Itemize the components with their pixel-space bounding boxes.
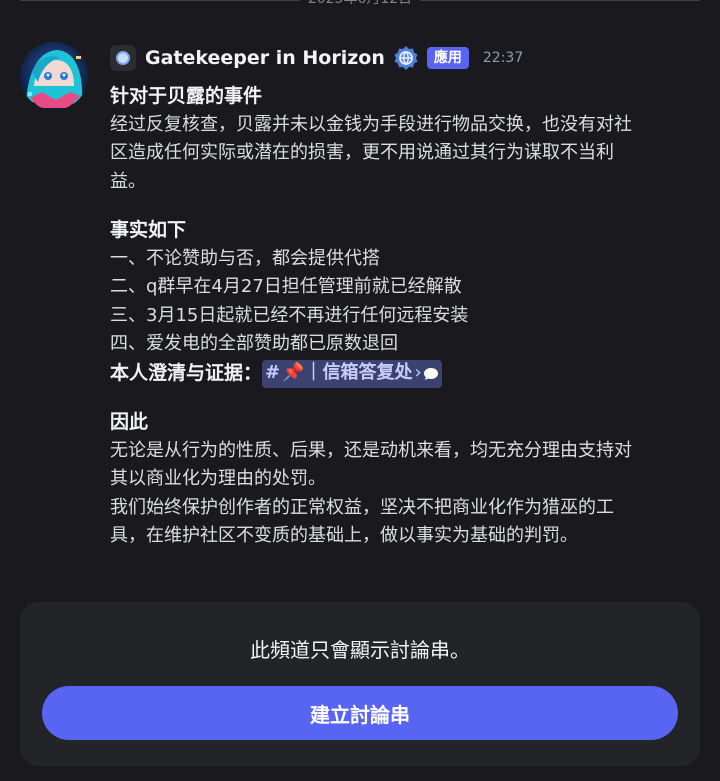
avatar[interactable] [20, 42, 88, 110]
text-line: 经过反复核查，贝露并未以金钱为手段进行物品交换，也没有对社 [110, 113, 632, 135]
text-line: 益。 [110, 170, 146, 192]
chat-view: 2025年6月12日 [0, 0, 720, 781]
speech-bubble-icon [423, 367, 438, 380]
timestamp: 22:37 [482, 50, 524, 66]
date-divider: 2025年6月12日 [20, 0, 700, 9]
text-line: 四、爱发电的全部赞助都已原数退回 [110, 333, 398, 354]
hash-icon: # [265, 362, 281, 384]
text-line: 一、不论赞助与否，都会提供代搭 [110, 247, 380, 269]
section-title: 针对于贝露的事件 [110, 85, 263, 107]
text-line: 我们始终保护创作者的正常权益，坚决不把商业化作为猎巫的工 [110, 496, 614, 518]
app-tag: 應用 [426, 47, 469, 69]
section-title: 事实如下 [110, 219, 187, 241]
text-line: 二、q群早在4月27日担任管理前就已经解散 [110, 276, 462, 297]
section-title: 因此 [110, 411, 149, 433]
channel-mention-name: ｜信箱答复处 [304, 362, 413, 384]
channel-mention-link[interactable]: # 📌 ｜信箱答复处 › [262, 359, 442, 388]
text-line: 三、3月15日起就已经不再进行任何远程安装 [110, 304, 469, 326]
text-line: 其以商业化为理由的处罚。 [110, 468, 326, 489]
pin-icon: 📌 [282, 362, 305, 384]
threads-only-card: 此頻道只會顯示討論串。 建立討論串 [20, 602, 700, 766]
bot-status-icon [110, 45, 136, 71]
username[interactable]: Gatekeeper in Horizon [145, 47, 385, 69]
message-header: Gatekeeper in Horizon 應用 22:37 [110, 42, 700, 74]
text-line: 区造成任何实际或潜在的损害，更不用说通过其行为谋取不当利 [110, 142, 614, 163]
text-line: 无论是从行为的性质、后果，还是动机来看，均无充分理由支持对 [110, 439, 632, 461]
date-divider-label: 2025年6月12日 [299, 0, 421, 9]
chevron-right-icon: › [414, 362, 422, 384]
threads-only-notice: 此頻道只會顯示討論串。 [250, 638, 470, 662]
avatar-image [20, 42, 88, 110]
message-content: 针对于贝露的事件 经过反复核查，贝露并未以金钱为手段进行物品交换，也没有对社 区… [110, 82, 700, 551]
evidence-line: 本人澄清与证据： # 📌 ｜信箱答复处 › [110, 359, 700, 389]
verified-badge-icon [394, 46, 418, 70]
create-thread-button[interactable]: 建立討論串 [42, 686, 678, 740]
text-line: 具，在维护社区不变质的基础上，做以事实为基础的判罚。 [110, 525, 578, 546]
evidence-label: 本人澄清与证据： [110, 361, 263, 384]
